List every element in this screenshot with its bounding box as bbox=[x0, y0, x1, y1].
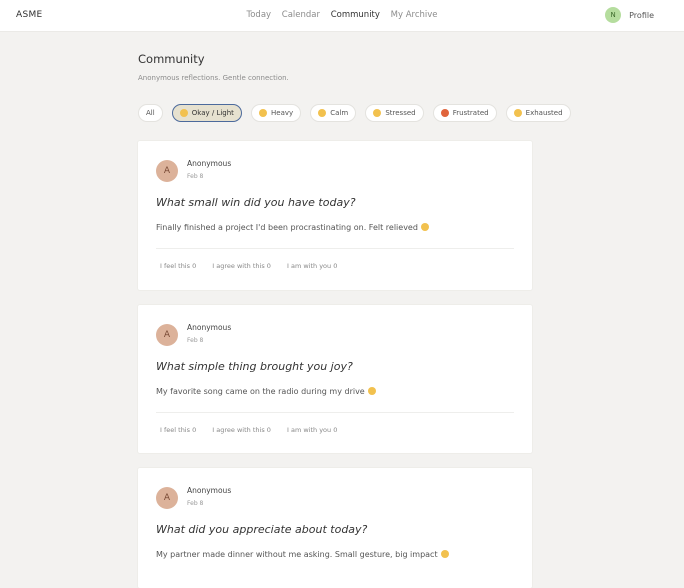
reaction-agree-button[interactable]: I agree with this 0 bbox=[212, 262, 271, 270]
nav-my-archive[interactable]: My Archive bbox=[391, 10, 438, 20]
filter-calm[interactable]: Calm bbox=[310, 104, 357, 122]
filter-label: Frustrated bbox=[452, 109, 489, 117]
post-date: Feb 8 bbox=[187, 173, 204, 180]
filter-exhausted[interactable]: Exhausted bbox=[505, 104, 571, 122]
main-nav: Today Calendar Community My Archive bbox=[0, 10, 684, 20]
divider bbox=[156, 248, 514, 249]
filter-label: Heavy bbox=[271, 109, 294, 117]
filter-label: Exhausted bbox=[525, 109, 563, 117]
filter-okay-light[interactable]: Okay / Light bbox=[171, 104, 242, 122]
post-author: Anonymous bbox=[187, 486, 232, 495]
profile-menu[interactable]: N Profile bbox=[605, 7, 654, 23]
filter-all[interactable]: All bbox=[138, 104, 163, 122]
top-navigation-bar: ASME Today Calendar Community My Archive… bbox=[0, 0, 684, 32]
profile-avatar[interactable]: N bbox=[605, 7, 622, 23]
smiling-face-icon bbox=[420, 223, 429, 231]
nav-community[interactable]: Community bbox=[331, 10, 380, 20]
reaction-bar: I feel this 0 I agree with this 0 I am w… bbox=[160, 262, 351, 270]
post-prompt: What did you appreciate about today? bbox=[156, 523, 368, 536]
reaction-with-you-button[interactable]: I am with you 0 bbox=[287, 262, 337, 270]
filter-label: Okay / Light bbox=[191, 109, 234, 117]
smiling-face-icon bbox=[440, 550, 449, 558]
reaction-agree-button[interactable]: I agree with this 0 bbox=[212, 426, 271, 434]
slightly-smiling-face-icon bbox=[179, 109, 188, 117]
author-avatar: A bbox=[156, 160, 178, 182]
post-body: My partner made dinner without me asking… bbox=[156, 550, 449, 559]
filter-heavy[interactable]: Heavy bbox=[251, 104, 302, 122]
filter-label: All bbox=[146, 109, 155, 117]
page-title: Community bbox=[138, 52, 205, 66]
filter-label: Calm bbox=[330, 109, 349, 117]
filter-stressed[interactable]: Stressed bbox=[365, 104, 424, 122]
page-subtitle: Anonymous reflections. Gentle connection… bbox=[138, 74, 289, 82]
nav-calendar[interactable]: Calendar bbox=[282, 10, 320, 20]
post-header: A Anonymous Feb 8 bbox=[156, 159, 231, 182]
post-body: My favorite song came on the radio durin… bbox=[156, 387, 376, 396]
post-card: A Anonymous Feb 8 What did you appreciat… bbox=[138, 468, 532, 588]
post-date: Feb 8 bbox=[187, 337, 204, 344]
author-avatar: A bbox=[156, 324, 178, 346]
post-author: Anonymous bbox=[187, 159, 232, 168]
post-card: A Anonymous Feb 8 What small win did you… bbox=[138, 141, 532, 290]
filter-frustrated[interactable]: Frustrated bbox=[432, 104, 497, 122]
post-card: A Anonymous Feb 8 What simple thing brou… bbox=[138, 305, 532, 453]
post-body-text: Finally finished a project I'd been proc… bbox=[156, 223, 418, 232]
post-prompt: What simple thing brought you joy? bbox=[156, 360, 353, 373]
divider bbox=[156, 412, 514, 413]
relieved-face-icon bbox=[318, 109, 327, 117]
reaction-with-you-button[interactable]: I am with you 0 bbox=[287, 426, 337, 434]
sleeping-face-icon bbox=[513, 109, 522, 117]
persevering-face-icon bbox=[373, 109, 382, 117]
mood-filter-bar: All Okay / Light Heavy Calm Stressed Fru… bbox=[138, 104, 575, 123]
post-date: Feb 8 bbox=[187, 500, 204, 507]
nav-today[interactable]: Today bbox=[246, 10, 271, 20]
reaction-feel-this-button[interactable]: I feel this 0 bbox=[160, 262, 196, 270]
reaction-bar: I feel this 0 I agree with this 0 I am w… bbox=[160, 426, 351, 434]
pensive-face-icon bbox=[259, 109, 268, 117]
post-body: Finally finished a project I'd been proc… bbox=[156, 223, 429, 232]
main-content: Community Anonymous reflections. Gentle … bbox=[138, 52, 571, 588]
author-avatar: A bbox=[156, 487, 178, 509]
post-body-text: My partner made dinner without me asking… bbox=[156, 550, 438, 559]
post-header: A Anonymous Feb 8 bbox=[156, 486, 231, 509]
post-prompt: What small win did you have today? bbox=[156, 196, 356, 209]
filter-label: Stressed bbox=[385, 109, 416, 117]
post-header: A Anonymous Feb 8 bbox=[156, 323, 231, 346]
angry-face-icon bbox=[440, 109, 449, 117]
profile-label[interactable]: Profile bbox=[629, 11, 654, 20]
post-body-text: My favorite song came on the radio durin… bbox=[156, 387, 365, 396]
reaction-feel-this-button[interactable]: I feel this 0 bbox=[160, 426, 196, 434]
post-author: Anonymous bbox=[187, 323, 232, 332]
smiling-face-icon bbox=[367, 387, 376, 395]
